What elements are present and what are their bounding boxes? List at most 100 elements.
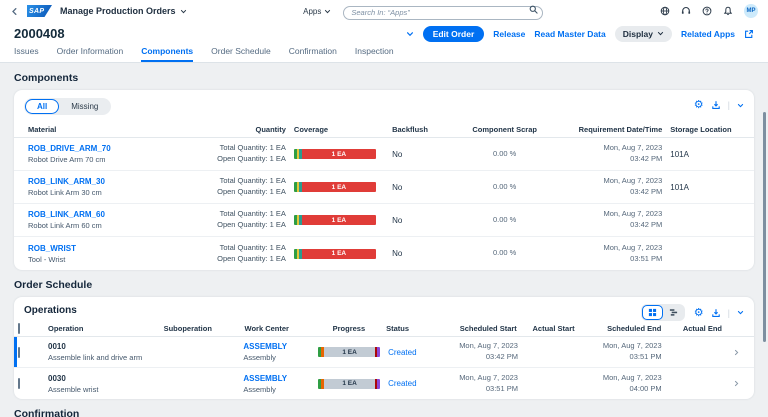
table-row[interactable]: 0030 Assemble wrist ASSEMBLY Assembly 1 … <box>14 368 754 399</box>
storage-location-value: 101A <box>666 179 744 196</box>
tab-inspection[interactable]: Inspection <box>355 46 394 62</box>
settings-gear-icon[interactable]: ⚙ <box>694 100 704 110</box>
status-link[interactable]: Created <box>384 377 436 390</box>
material-desc: Robot Link Arm 30 cm <box>28 188 188 197</box>
page-title: 2000408 <box>14 26 65 41</box>
table-view-icon[interactable] <box>642 305 663 320</box>
gantt-view-icon[interactable] <box>663 305 684 320</box>
operation-id: 0010 <box>48 342 155 351</box>
backflush-value: No <box>388 245 458 262</box>
export-icon[interactable] <box>711 308 721 318</box>
app-title-menu[interactable]: Manage Production Orders <box>60 6 187 16</box>
sap-logo: SAP <box>27 5 52 17</box>
read-master-data-button[interactable]: Read Master Data <box>534 29 605 39</box>
table-row[interactable]: ROB_WRIST Tool - Wrist Total Quantity: 1… <box>14 237 754 270</box>
settings-gear-icon[interactable]: ⚙ <box>694 308 704 318</box>
col-operation: Operation <box>44 322 160 335</box>
tab-components[interactable]: Components <box>141 46 193 62</box>
col-component-scrap: Component Scrap <box>458 125 552 134</box>
chevron-right-icon[interactable] <box>726 347 748 358</box>
material-link[interactable]: ROB_WRIST <box>28 244 188 253</box>
material-link[interactable]: ROB_LINK_ARM_30 <box>28 177 188 186</box>
search-icon[interactable] <box>529 5 538 14</box>
globe-icon[interactable] <box>660 6 670 16</box>
col-status: Status <box>382 322 434 335</box>
progress-bar: 1 EA <box>318 347 380 357</box>
tab-order-schedule[interactable]: Order Schedule <box>211 46 271 62</box>
storage-location-value <box>666 250 744 258</box>
search-scope-dropdown[interactable]: Apps <box>303 7 331 16</box>
display-menu-button[interactable]: Display <box>615 26 672 42</box>
material-desc: Robot Link Arm 60 cm <box>28 221 188 230</box>
related-apps-button[interactable]: Related Apps <box>681 29 735 39</box>
header-actions: Edit Order Release Read Master Data Disp… <box>406 26 754 42</box>
share-icon[interactable] <box>744 29 754 39</box>
table-row[interactable]: ROB_LINK_ARM_60 Robot Link Arm 60 cm Tot… <box>14 204 754 237</box>
tab-order-information[interactable]: Order Information <box>57 46 124 62</box>
export-icon[interactable] <box>711 100 721 110</box>
back-icon[interactable] <box>10 7 19 16</box>
actual-end-value <box>666 350 726 354</box>
avatar[interactable]: MP <box>744 4 758 18</box>
table-row[interactable]: ROB_LINK_ARM_30 Robot Link Arm 30 cm Tot… <box>14 171 754 204</box>
col-storage-location: Storage Location <box>666 125 744 134</box>
row-checkbox[interactable] <box>18 347 20 358</box>
table-row[interactable]: 0010 Assemble link and drive arm ASSEMBL… <box>14 337 754 368</box>
header-collapse-chevron-icon[interactable] <box>406 30 414 38</box>
edit-order-button[interactable]: Edit Order <box>423 26 485 42</box>
coverage-bar: 1 EA <box>294 249 376 259</box>
page-scrollbar[interactable] <box>763 112 766 342</box>
object-page-tabs: Issues Order Information Components Orde… <box>0 45 768 63</box>
work-center-link[interactable]: ASSEMBLY <box>243 374 310 383</box>
release-button[interactable]: Release <box>493 29 525 39</box>
chevron-down-icon <box>657 30 664 37</box>
filter-all-button[interactable]: All <box>25 99 59 114</box>
tab-confirmation[interactable]: Confirmation <box>289 46 337 62</box>
material-desc: Robot Drive Arm 70 cm <box>28 155 188 164</box>
row-checkbox[interactable] <box>18 378 20 389</box>
components-section-title: Components <box>14 72 754 84</box>
operation-desc: Assemble link and drive arm <box>48 353 155 362</box>
object-page-header: 2000408 Edit Order Release Read Master D… <box>0 22 768 45</box>
coverage-label: 1 EA <box>302 182 376 192</box>
open-quantity: Open Quantity: 1 EA <box>196 154 286 165</box>
component-scrap-value: 0.00 % <box>458 145 552 164</box>
col-work-center: Work Center <box>241 322 316 335</box>
col-suboperation: Suboperation <box>160 322 241 335</box>
headset-icon[interactable] <box>681 6 691 16</box>
menu-chevron-icon[interactable] <box>737 309 744 316</box>
table-row[interactable]: ROB_DRIVE_ARM_70 Robot Drive Arm 70 cm T… <box>14 138 754 171</box>
scheduled-end-time: 04:00 PM <box>583 384 661 395</box>
requirement-time: 03:42 PM <box>556 220 663 231</box>
storage-location-value <box>666 216 744 224</box>
scheduled-start-time: 03:42 PM <box>440 352 518 363</box>
col-quantity: Quantity <box>192 125 290 134</box>
material-link[interactable]: ROB_LINK_ARM_60 <box>28 210 188 219</box>
tab-issues[interactable]: Issues <box>14 46 39 62</box>
progress-bar: 1 EA <box>318 379 380 389</box>
col-scheduled-end: Scheduled End <box>579 322 666 335</box>
operation-id: 0030 <box>48 374 155 383</box>
components-toolbar: ⚙ | <box>694 100 744 110</box>
open-quantity: Open Quantity: 1 EA <box>196 220 286 231</box>
filter-missing-button[interactable]: Missing <box>59 99 110 114</box>
search-field-wrap <box>343 2 543 20</box>
search-input[interactable] <box>343 6 543 20</box>
coverage-label: 1 EA <box>302 149 376 159</box>
work-center-link[interactable]: ASSEMBLY <box>243 342 310 351</box>
select-all-checkbox[interactable] <box>18 323 20 334</box>
bell-icon[interactable] <box>723 6 733 16</box>
menu-chevron-icon[interactable] <box>737 102 744 109</box>
help-icon[interactable] <box>702 6 712 16</box>
operation-desc: Assemble wrist <box>48 385 155 394</box>
chevron-down-icon <box>324 8 331 15</box>
component-scrap-value: 0.00 % <box>458 211 552 230</box>
component-scrap-value: 0.00 % <box>458 178 552 197</box>
chevron-right-icon[interactable] <box>726 378 748 389</box>
status-link[interactable]: Created <box>384 346 436 359</box>
actual-end-value <box>666 382 726 386</box>
scheduled-end-date: Mon, Aug 7, 2023 <box>583 341 661 352</box>
open-quantity: Open Quantity: 1 EA <box>196 187 286 198</box>
display-label: Display <box>623 29 653 39</box>
material-link[interactable]: ROB_DRIVE_ARM_70 <box>28 144 188 153</box>
